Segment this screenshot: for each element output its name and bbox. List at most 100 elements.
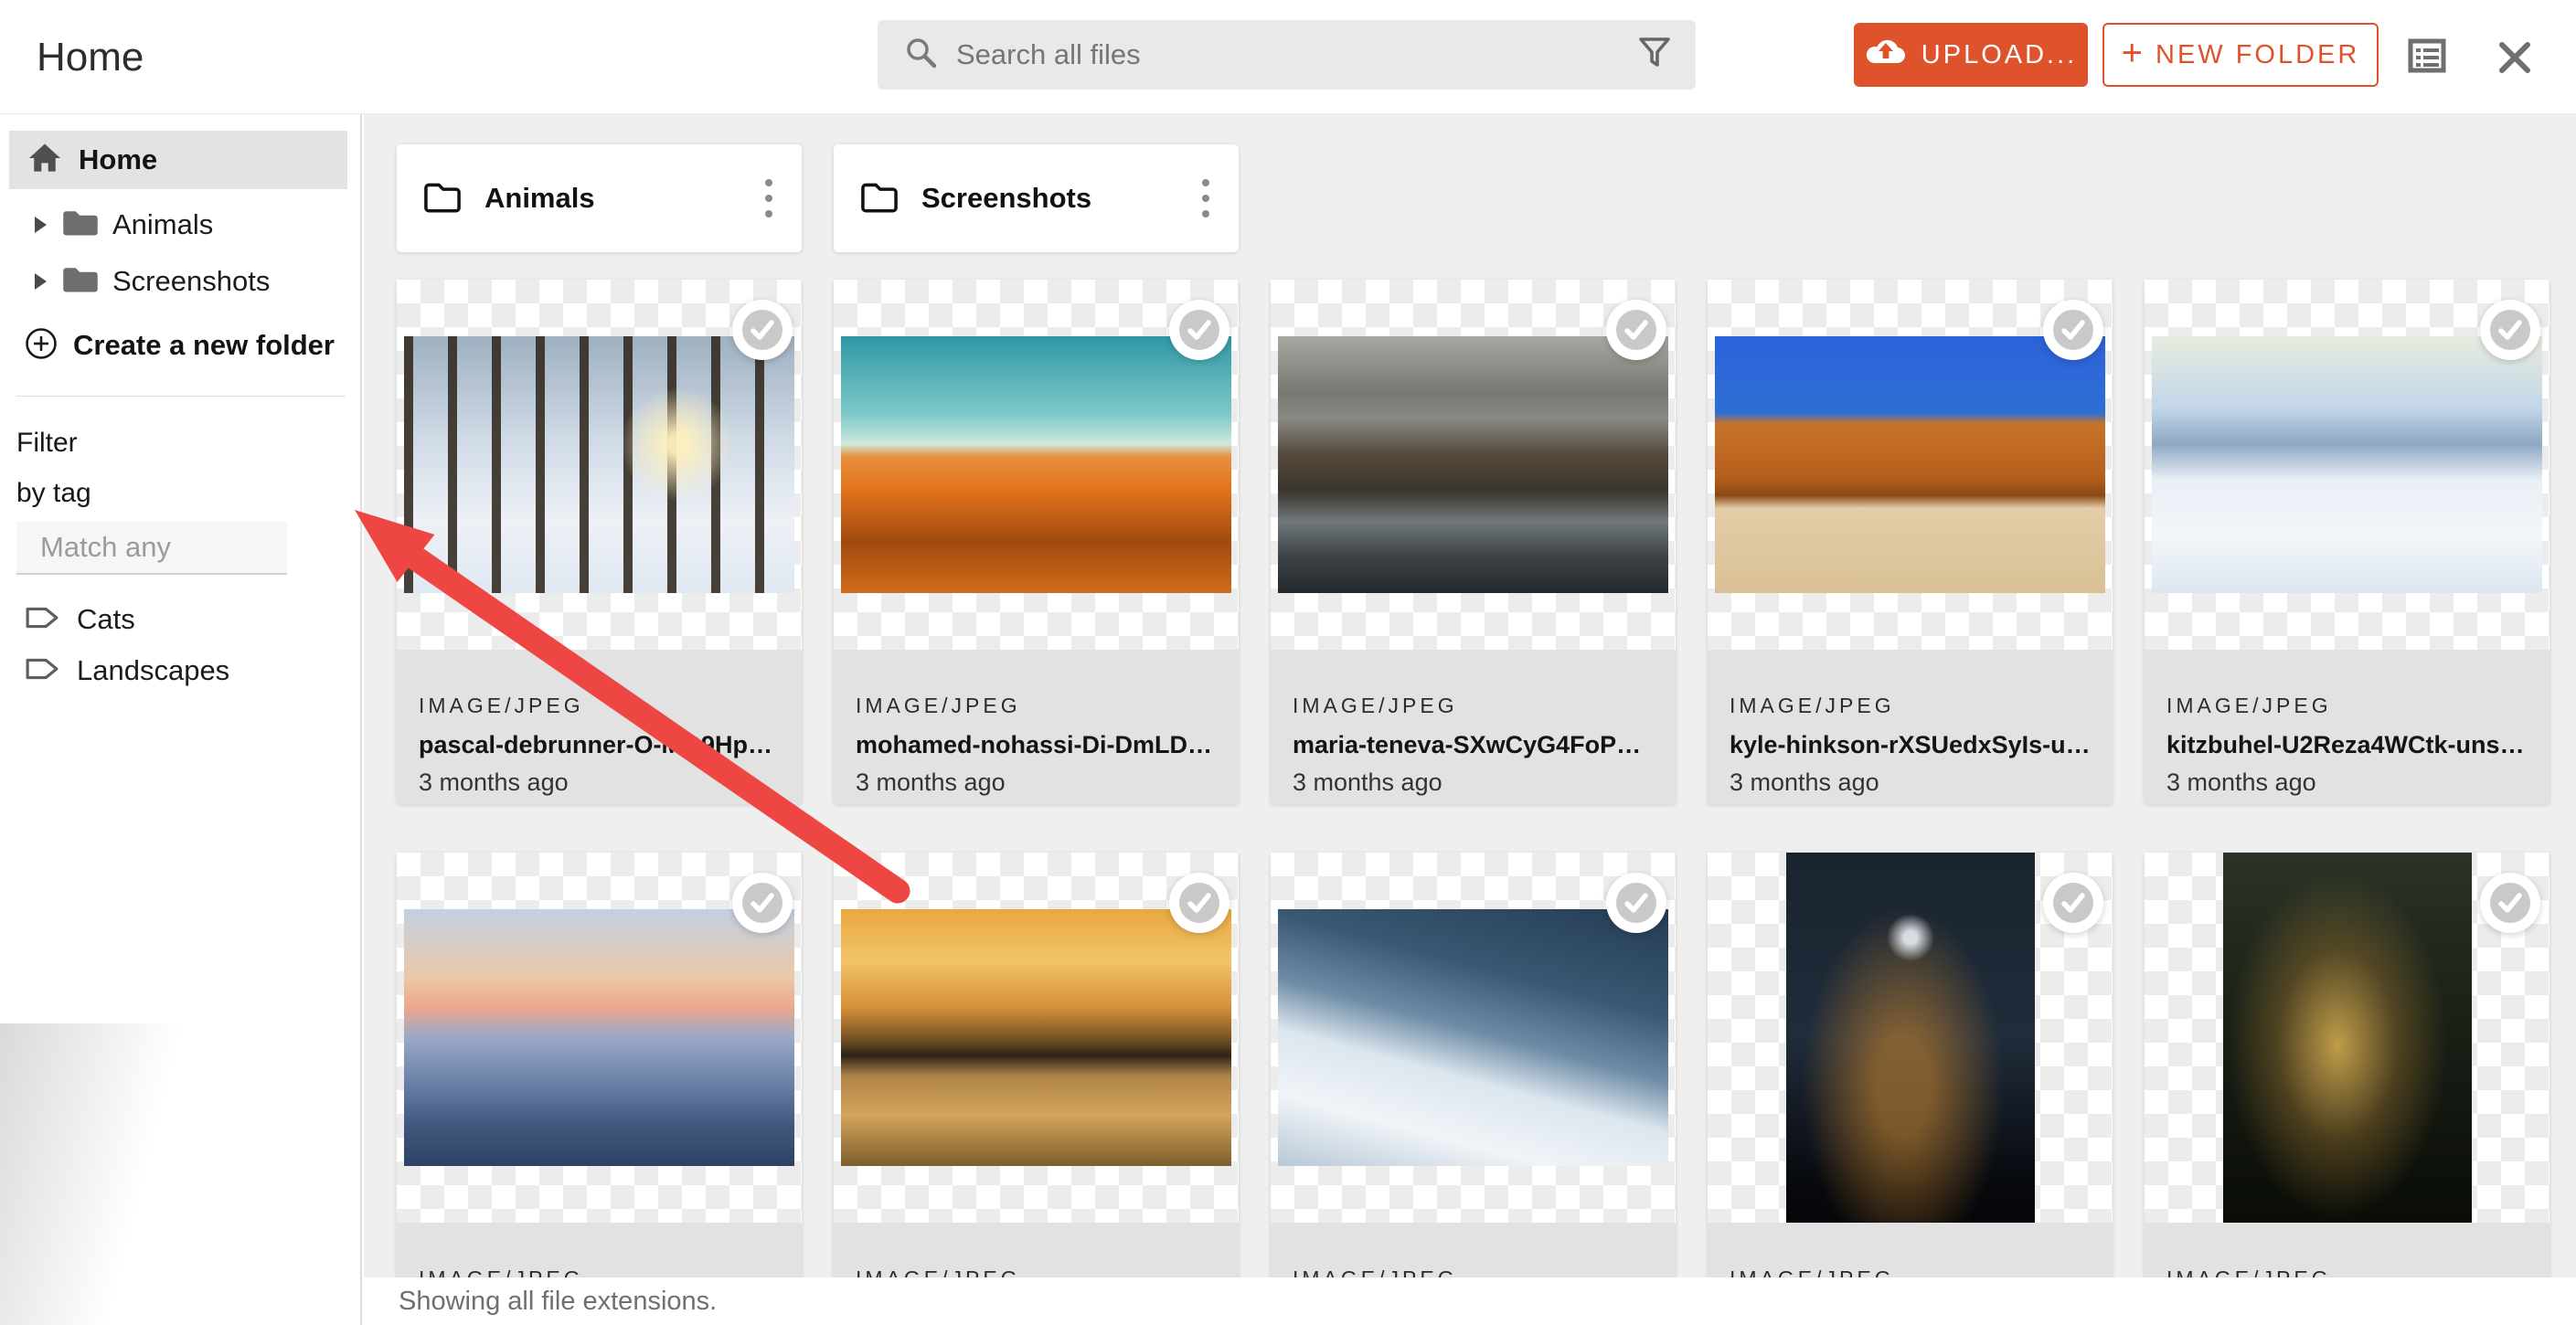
- file-name: mohamed-nohassi-Di-DmLD6cW8...: [856, 731, 1217, 759]
- select-check-button[interactable]: [1169, 873, 1229, 933]
- file-meta: IMAGE/JPEG pascal-debrunner-O-MG9HpNKgI.…: [397, 650, 802, 804]
- search-input[interactable]: [938, 20, 1637, 90]
- select-check-button[interactable]: [732, 300, 793, 360]
- file-type-label: IMAGE/JPEG: [1293, 694, 1654, 718]
- thumbnail-image: [1715, 336, 2105, 593]
- list-view-toggle-icon[interactable]: [2408, 38, 2446, 78]
- select-check-button[interactable]: [1169, 300, 1229, 360]
- sidebar-item-animals[interactable]: Animals: [9, 198, 347, 251]
- folder-menu-button[interactable]: [758, 172, 780, 225]
- folder-card-animals[interactable]: Animals: [397, 144, 802, 252]
- folder-outline-icon: [859, 179, 899, 218]
- tag-label: Cats: [77, 603, 135, 636]
- check-icon: [1179, 310, 1219, 350]
- file-card[interactable]: IMAGE/JPEG: [397, 853, 802, 1325]
- folder-card-label: Screenshots: [921, 182, 1195, 215]
- select-check-button[interactable]: [1606, 300, 1666, 360]
- content-area: Animals Screenshots IMAGE/JPEG pascal-de…: [364, 114, 2576, 1325]
- select-check-button[interactable]: [2480, 873, 2540, 933]
- expand-caret-icon[interactable]: [35, 217, 47, 233]
- filter-funnel-icon[interactable]: [1637, 36, 1672, 75]
- folder-card-screenshots[interactable]: Screenshots: [834, 144, 1239, 252]
- file-thumbnail: [1271, 853, 1676, 1223]
- tag-icon: [26, 606, 59, 634]
- file-card[interactable]: IMAGE/JPEG maria-teneva-SXwCyG4FoPk-uns.…: [1271, 280, 1676, 804]
- close-icon[interactable]: [2499, 42, 2530, 78]
- sidebar-scroll-shadow: [0, 1023, 229, 1325]
- tag-item-cats[interactable]: Cats: [26, 595, 347, 644]
- new-folder-button[interactable]: + NEW FOLDER: [2102, 23, 2379, 87]
- file-type-label: IMAGE/JPEG: [856, 694, 1217, 718]
- tag-match-any-input[interactable]: [16, 522, 287, 575]
- thumbnail-image: [1278, 336, 1668, 593]
- thumbnail-image: [404, 909, 794, 1166]
- check-icon: [2053, 883, 2093, 923]
- thumbnail-image: [841, 909, 1231, 1166]
- select-check-button[interactable]: [732, 873, 793, 933]
- file-card[interactable]: IMAGE/JPEG pascal-debrunner-O-MG9HpNKgI.…: [397, 280, 802, 804]
- upload-button[interactable]: UPLOAD...: [1854, 23, 2088, 87]
- filter-by-tag-label: Filter by tag: [16, 418, 91, 518]
- create-new-folder-button[interactable]: Create a new folder: [9, 321, 347, 370]
- file-thumbnail: [2145, 280, 2549, 650]
- check-icon: [2490, 310, 2530, 350]
- search-icon: [905, 37, 938, 74]
- file-meta: IMAGE/JPEG mohamed-nohassi-Di-DmLD6cW8..…: [834, 650, 1239, 804]
- file-card[interactable]: IMAGE/JPEG: [2145, 853, 2549, 1325]
- folder-icon: [61, 208, 100, 242]
- check-icon: [1616, 883, 1656, 923]
- file-card[interactable]: IMAGE/JPEG: [834, 853, 1239, 1325]
- folder-outline-icon: [422, 179, 463, 218]
- file-meta: IMAGE/JPEG kyle-hinkson-rXSUedxSyIs-unsp…: [1708, 650, 2113, 804]
- select-check-button[interactable]: [2043, 873, 2103, 933]
- file-name: maria-teneva-SXwCyG4FoPk-uns...: [1293, 731, 1654, 759]
- select-check-button[interactable]: [2480, 300, 2540, 360]
- check-icon: [2053, 310, 2093, 350]
- folder-cards-row: Animals Screenshots: [397, 144, 1239, 252]
- file-thumbnail: [397, 853, 802, 1223]
- file-age: 3 months ago: [2166, 768, 2528, 797]
- file-type-label: IMAGE/JPEG: [2166, 694, 2528, 718]
- file-meta: IMAGE/JPEG maria-teneva-SXwCyG4FoPk-uns.…: [1271, 650, 1676, 804]
- expand-caret-icon[interactable]: [35, 273, 47, 290]
- filter-by-tag-section: Filter by tag: [16, 418, 360, 575]
- tag-label: Landscapes: [77, 654, 229, 687]
- check-icon: [1616, 310, 1656, 350]
- file-name: kyle-hinkson-rXSUedxSyIs-unspl...: [1730, 731, 2091, 759]
- file-card[interactable]: IMAGE/JPEG: [1708, 853, 2113, 1325]
- select-check-button[interactable]: [2043, 300, 2103, 360]
- file-thumbnail: [1271, 280, 1676, 650]
- tag-item-landscapes[interactable]: Landscapes: [26, 646, 347, 695]
- file-name: pascal-debrunner-O-MG9HpNKgI...: [419, 731, 780, 759]
- file-card[interactable]: IMAGE/JPEG kyle-hinkson-rXSUedxSyIs-unsp…: [1708, 280, 2113, 804]
- file-name: kitzbuhel-U2Reza4WCtk-unsplas...: [2166, 731, 2528, 759]
- sidebar-home-label: Home: [79, 143, 157, 176]
- sidebar-folder-label: Screenshots: [112, 265, 270, 298]
- sidebar-item-screenshots[interactable]: Screenshots: [9, 255, 347, 308]
- file-thumbnail: [2145, 853, 2549, 1223]
- check-icon: [1179, 883, 1219, 923]
- sidebar-folder-label: Animals: [112, 208, 213, 241]
- folder-icon: [61, 265, 100, 299]
- thumbnail-image: [2152, 336, 2542, 593]
- thumbnail-image: [1786, 853, 2035, 1223]
- tag-icon: [26, 657, 59, 685]
- file-thumbnail: [397, 280, 802, 650]
- sidebar: Home Animals Screenshots Create a new fo…: [0, 114, 362, 1325]
- file-card[interactable]: IMAGE/JPEG kitzbuhel-U2Reza4WCtk-unsplas…: [2145, 280, 2549, 804]
- page-title: Home: [37, 35, 144, 80]
- select-check-button[interactable]: [1606, 873, 1666, 933]
- file-card[interactable]: IMAGE/JPEG mohamed-nohassi-Di-DmLD6cW8..…: [834, 280, 1239, 804]
- plus-icon: +: [2122, 33, 2143, 74]
- folder-menu-button[interactable]: [1195, 172, 1217, 225]
- file-age: 3 months ago: [1730, 768, 2091, 797]
- file-type-label: IMAGE/JPEG: [1730, 694, 2091, 718]
- check-icon: [742, 883, 782, 923]
- file-type-label: IMAGE/JPEG: [419, 694, 780, 718]
- file-age: 3 months ago: [1293, 768, 1654, 797]
- sidebar-item-home[interactable]: Home: [9, 131, 347, 189]
- file-card[interactable]: IMAGE/JPEG: [1271, 853, 1676, 1325]
- home-icon: [27, 143, 62, 178]
- thumbnail-image: [2223, 853, 2472, 1223]
- upload-button-label: UPLOAD...: [1921, 40, 2077, 70]
